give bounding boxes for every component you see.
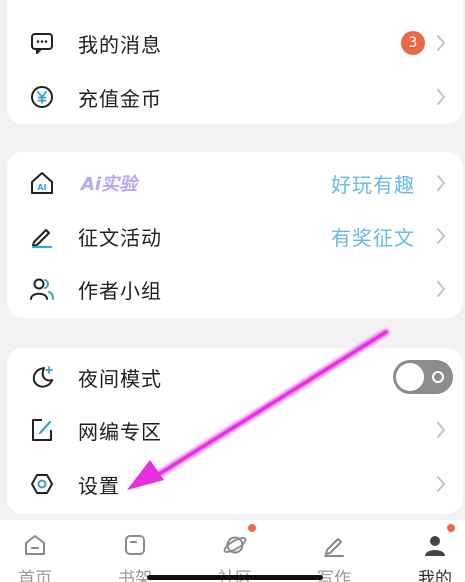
night-mode-toggle[interactable] (393, 360, 453, 394)
chevron-right-icon (435, 174, 447, 192)
chevron-right-icon (435, 280, 447, 298)
author-group-label: 作者小组 (78, 278, 162, 303)
people-icon (29, 276, 55, 302)
tab-home[interactable]: 首页 (0, 520, 75, 582)
essay-contest-label: 征文活动 (78, 225, 162, 250)
tab-community[interactable]: 社区 (195, 520, 275, 582)
chevron-right-icon (435, 227, 447, 245)
tab-bookshelf[interactable]: 书架 (95, 520, 175, 582)
ai-lab-label: Ai实验 (81, 174, 138, 195)
row-editor-zone[interactable]: 网编专区 (7, 403, 463, 457)
bottom-tab-bar: 首页 书架 社区 写作 (0, 520, 465, 582)
mine-notification-dot (447, 524, 455, 532)
home-icon (22, 532, 48, 558)
home-indicator (147, 575, 323, 580)
tab-mine[interactable]: 我的 (395, 520, 465, 582)
profile-icon (422, 532, 448, 558)
ai-home-icon: AI (29, 170, 55, 196)
planet-icon (222, 532, 248, 558)
row-essay-contest[interactable]: 征文活动 有奖征文 (7, 209, 463, 263)
chevron-right-icon (435, 421, 447, 439)
toggle-knob (396, 363, 424, 391)
row-settings[interactable]: 设置 (7, 457, 463, 511)
chevron-right-icon (435, 34, 447, 52)
row-my-messages[interactable]: 我的消息 3 (7, 16, 463, 70)
yuan-coin-icon (29, 84, 55, 110)
card-account: 我的消息 3 充值金币 (7, 0, 463, 124)
tab-mine-label: 我的 (418, 569, 452, 582)
essay-contest-subtitle: 有奖征文 (331, 225, 415, 250)
moon-star-icon (29, 364, 55, 390)
chevron-right-icon (435, 88, 447, 106)
row-recharge-coins[interactable]: 充值金币 (7, 70, 463, 124)
card-preferences: 夜间模式 网编专区 设置 (7, 348, 463, 514)
hexagon-settings-icon (29, 471, 55, 497)
recharge-coins-label: 充值金币 (78, 86, 162, 111)
pencil-icon (321, 532, 347, 558)
bookshelf-icon (122, 532, 148, 558)
tab-home-label: 首页 (18, 569, 52, 582)
svg-text:AI: AI (37, 183, 46, 192)
night-mode-label: 夜间模式 (78, 366, 162, 391)
card-features: AI Ai实验 好玩有趣 征文活动 有奖征文 作者小组 (7, 152, 463, 318)
unread-badge: 3 (401, 31, 425, 55)
tab-writing[interactable]: 写作 (294, 520, 374, 582)
editor-zone-label: 网编专区 (78, 419, 162, 444)
row-night-mode: 夜间模式 (7, 350, 463, 404)
ai-lab-subtitle: 好玩有趣 (331, 172, 415, 197)
edit-square-icon (29, 417, 55, 443)
my-messages-label: 我的消息 (78, 32, 162, 57)
toggle-off-indicator (432, 371, 444, 383)
settings-label: 设置 (78, 473, 120, 498)
pen-icon (29, 223, 55, 249)
row-ai-lab[interactable]: AI Ai实验 好玩有趣 (7, 156, 463, 210)
chevron-right-icon (435, 475, 447, 493)
community-notification-dot (248, 524, 256, 532)
message-bubble-icon (29, 30, 55, 56)
row-author-group[interactable]: 作者小组 (7, 262, 463, 316)
